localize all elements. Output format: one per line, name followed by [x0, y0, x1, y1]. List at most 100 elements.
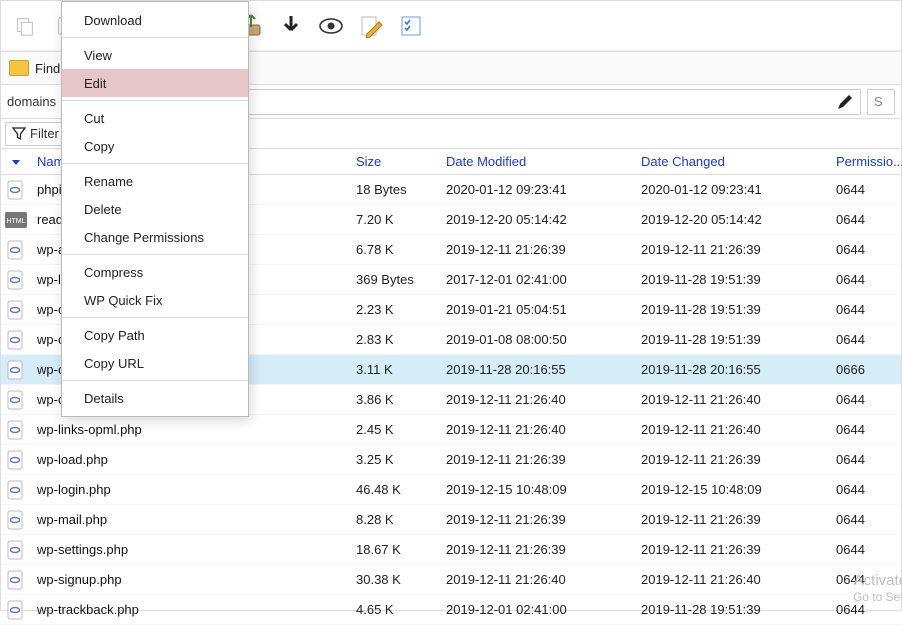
file-permissions: 0644: [836, 212, 896, 227]
php-file-icon: [1, 480, 31, 500]
menu-item-delete[interactable]: Delete: [62, 195, 248, 223]
table-row[interactable]: wp-signup.php30.38 K2019-12-11 21:26:402…: [1, 565, 901, 595]
menu-item-copy[interactable]: Copy: [62, 132, 248, 160]
table-row[interactable]: wp-trackback.php4.65 K2019-12-01 02:41:0…: [1, 595, 901, 625]
php-file-icon: [1, 390, 31, 410]
file-modified: 2019-12-20 05:14:42: [446, 212, 641, 227]
php-file-icon: [1, 510, 31, 530]
menu-item-download[interactable]: Download: [62, 6, 248, 34]
file-modified: 2019-12-11 21:26:39: [446, 452, 641, 467]
file-permissions: 0644: [836, 512, 896, 527]
file-size: 2.23 K: [356, 302, 446, 317]
menu-item-wp-quick-fix[interactable]: WP Quick Fix: [62, 286, 248, 314]
file-name: wp-links-opml.php: [31, 422, 356, 437]
file-modified: 2017-12-01 02:41:00: [446, 272, 641, 287]
php-file-icon: [1, 360, 31, 380]
file-permissions: 0666: [836, 362, 896, 377]
search-box[interactable]: S: [867, 89, 895, 115]
file-size: 2.45 K: [356, 422, 446, 437]
menu-item-edit[interactable]: Edit: [62, 69, 248, 97]
copy-icon[interactable]: [9, 10, 41, 42]
menu-item-view[interactable]: View: [62, 41, 248, 69]
app-root: Find domains › S Filter Name Size Date M…: [0, 0, 902, 611]
file-name: wp-load.php: [31, 452, 356, 467]
menu-item-compress[interactable]: Compress: [62, 258, 248, 286]
php-file-icon: [1, 240, 31, 260]
menu-item-details[interactable]: Details: [62, 384, 248, 412]
file-size: 46.48 K: [356, 482, 446, 497]
file-permissions: 0644: [836, 392, 896, 407]
file-size: 2.83 K: [356, 332, 446, 347]
file-modified: 2019-12-11 21:26:39: [446, 242, 641, 257]
col-modified[interactable]: Date Modified: [446, 154, 641, 169]
file-permissions: 0644: [836, 452, 896, 467]
php-file-icon: [1, 450, 31, 470]
download-arrow-icon[interactable]: [275, 10, 307, 42]
sort-indicator-icon[interactable]: [1, 157, 31, 167]
file-size: 3.25 K: [356, 452, 446, 467]
file-changed: 2019-12-20 05:14:42: [641, 212, 836, 227]
file-changed: 2019-12-11 21:26:39: [641, 242, 836, 257]
table-row[interactable]: wp-settings.php18.67 K 2019-12-11 21:26:3…: [1, 535, 901, 565]
col-size[interactable]: Size: [356, 154, 446, 169]
file-size: 30.38 K: [356, 572, 446, 587]
file-size: 7.20 K: [356, 212, 446, 227]
file-changed: 2019-12-11 21:26:40: [641, 572, 836, 587]
file-modified: 2019-12-11 21:26:39: [446, 512, 641, 527]
file-size: 3.11 K: [356, 362, 446, 377]
php-file-icon: [1, 570, 31, 590]
filter-button[interactable]: Filter: [5, 122, 66, 146]
menu-separator: [62, 254, 248, 255]
crumb-domains[interactable]: domains: [7, 94, 56, 109]
file-changed: 2019-11-28 20:16:55: [641, 362, 836, 377]
menu-item-copy-path[interactable]: Copy Path: [62, 321, 248, 349]
file-modified: 2019-12-01 02:41:00: [446, 602, 641, 617]
php-file-icon: [1, 600, 31, 620]
file-permissions: 0644: [836, 182, 896, 197]
pencil-icon[interactable]: [836, 93, 854, 111]
file-changed: 2019-12-11 21:26:39: [641, 542, 836, 557]
find-folder-icon: [9, 60, 29, 76]
file-permissions: 0644: [836, 482, 896, 497]
file-permissions: 0644: [836, 272, 896, 287]
file-size: 4.65 K: [356, 602, 446, 617]
file-modified: 2019-01-21 05:04:51: [446, 302, 641, 317]
file-size: 18 Bytes: [356, 182, 446, 197]
menu-item-change-permissions[interactable]: Change Permissions: [62, 223, 248, 251]
col-changed[interactable]: Date Changed: [641, 154, 836, 169]
file-changed: 2019-12-15 10:48:09: [641, 482, 836, 497]
menu-item-rename[interactable]: Rename: [62, 167, 248, 195]
menu-item-copy-url[interactable]: Copy URL: [62, 349, 248, 377]
svg-text:HTML: HTML: [6, 218, 25, 225]
file-changed: 2019-11-28 19:51:39: [641, 302, 836, 317]
file-size: 3.86 K: [356, 392, 446, 407]
file-size: 6.78 K: [356, 242, 446, 257]
file-size: 18.67 K: [356, 542, 446, 557]
file-modified: 2019-12-11 21:26:40: [446, 392, 641, 407]
col-permissions[interactable]: Permissio...: [836, 154, 896, 169]
file-name: wp-settings.php: [31, 542, 356, 557]
php-file-icon: [1, 180, 31, 200]
php-file-icon: [1, 300, 31, 320]
file-modified: 2019-11-28 20:16:55: [446, 362, 641, 377]
menu-separator: [62, 100, 248, 101]
file-permissions: 0644: [836, 242, 896, 257]
php-file-icon: [1, 540, 31, 560]
find-label[interactable]: Find: [35, 61, 60, 76]
checklist-icon[interactable]: [395, 10, 427, 42]
table-row[interactable]: wp-load.php3.25 K2019-12-11 21:26:392019…: [1, 445, 901, 475]
menu-separator: [62, 380, 248, 381]
php-file-icon: [1, 330, 31, 350]
php-file-icon: [1, 270, 31, 290]
php-file-icon: [1, 420, 31, 440]
table-row[interactable]: wp-mail.php8.28 K2019-12-11 21:26:392019…: [1, 505, 901, 535]
table-row[interactable]: wp-links-opml.php2.45 K2019-12-11 21:26:…: [1, 415, 901, 445]
menu-item-cut[interactable]: Cut: [62, 104, 248, 132]
table-row[interactable]: wp-login.php46.48 K2019-12-15 10:48:0920…: [1, 475, 901, 505]
eye-icon[interactable]: [315, 10, 347, 42]
menu-separator: [62, 317, 248, 318]
file-modified: 2020-01-12 09:23:41: [446, 182, 641, 197]
edit-pencil-icon[interactable]: [355, 10, 387, 42]
menu-separator: [62, 163, 248, 164]
file-name: wp-login.php: [31, 482, 356, 497]
